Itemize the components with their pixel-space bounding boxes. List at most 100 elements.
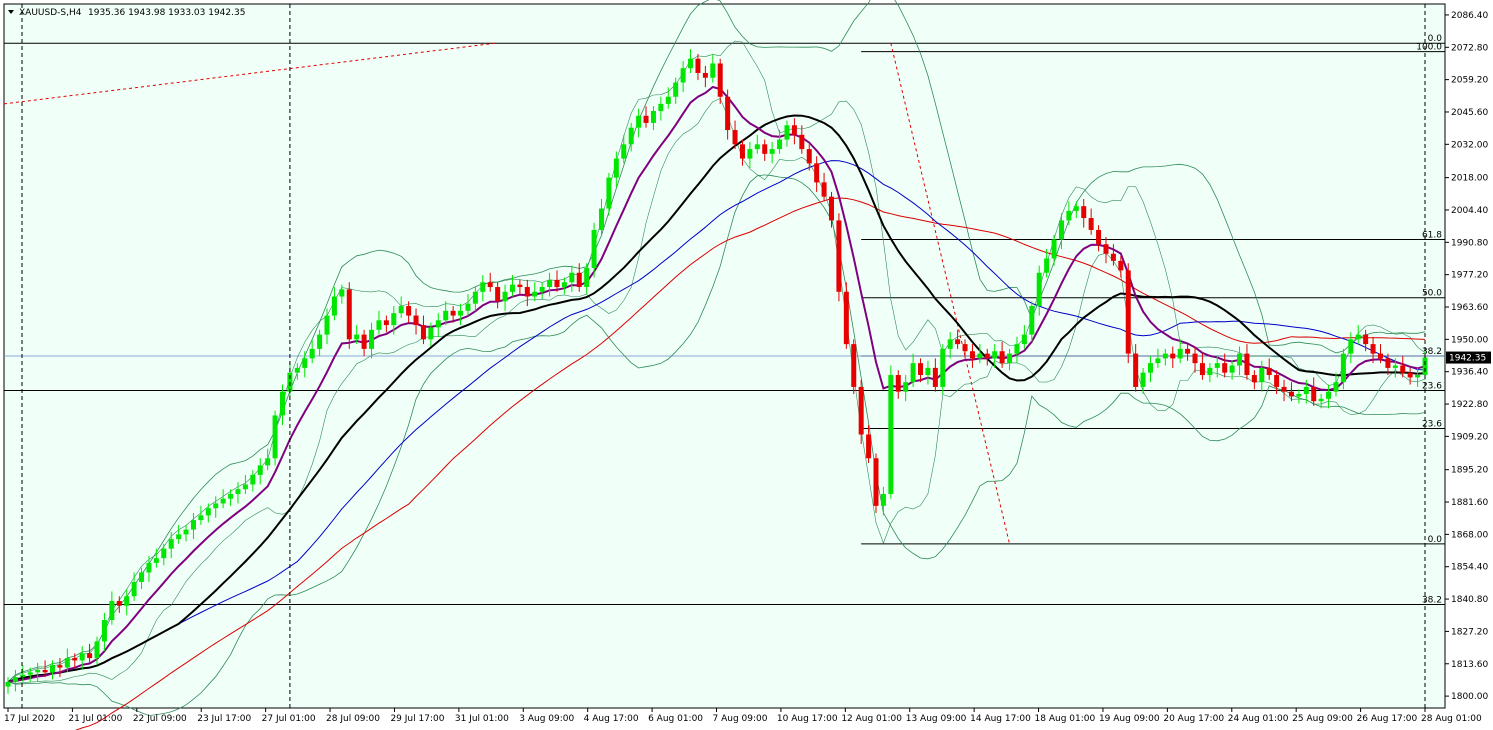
candle-body: [1222, 363, 1228, 373]
candle-body: [1229, 365, 1235, 373]
y-tick-label: 1813.60: [1451, 660, 1488, 670]
candle-body: [969, 351, 975, 359]
candle-body: [1066, 210, 1072, 221]
candle-body: [947, 339, 953, 349]
candle-body: [324, 315, 330, 335]
candle-body: [1170, 353, 1176, 359]
candle-body: [747, 149, 753, 159]
x-tick-label: 21 Jul 01:00: [68, 714, 122, 724]
candle-body: [391, 313, 397, 326]
fib-label-7: 0.0: [1428, 535, 1443, 545]
candle-body: [369, 329, 375, 349]
y-tick-label: 1950.00: [1451, 335, 1488, 345]
candle-body: [932, 367, 938, 387]
candle-body: [398, 306, 404, 314]
candle-body: [918, 363, 924, 376]
candle-body: [413, 315, 419, 326]
candle-body: [354, 334, 360, 340]
candle-body: [621, 144, 627, 159]
candle-body: [547, 279, 553, 288]
candle-body: [591, 229, 597, 268]
candle-body: [702, 72, 708, 78]
candle-body: [480, 282, 486, 292]
candle-body: [317, 334, 323, 349]
y-tick-label: 2032.00: [1451, 140, 1488, 150]
candle-body: [1363, 334, 1369, 345]
candle-body: [279, 391, 285, 416]
candle-body: [331, 296, 337, 316]
candle-body: [1400, 365, 1406, 373]
candle-body: [858, 386, 864, 435]
candle-body: [1214, 363, 1220, 368]
time-axis: 17 Jul 2020 21 Jul 01:00 22 Jul 09:00 23 Ju…: [4, 708, 1482, 724]
candle-body: [72, 658, 78, 661]
x-tick-label: 29 Jul 17:00: [390, 714, 444, 724]
candle-body: [294, 367, 300, 373]
candle-body: [688, 58, 694, 69]
candle-body: [487, 282, 493, 288]
candle-body: [984, 353, 990, 359]
candle-body: [739, 144, 745, 159]
candle-body: [1155, 358, 1161, 364]
candle-body: [1148, 363, 1154, 373]
candle-body: [406, 306, 412, 316]
ohlc-readout: 1935.36 1943.98 1933.03 1942.35: [88, 8, 245, 18]
candle-body: [762, 144, 768, 154]
candle-body: [1281, 386, 1287, 392]
candle-body: [606, 177, 612, 209]
candle-body: [109, 600, 115, 620]
candle-body: [1251, 375, 1257, 383]
y-tick-label: 2086.40: [1451, 11, 1488, 21]
candle-body: [42, 669, 48, 673]
candle-body: [777, 139, 783, 150]
candle-body: [168, 539, 174, 549]
candle-body: [35, 669, 41, 673]
candle-body: [428, 327, 434, 340]
candle-body: [1296, 394, 1302, 397]
candle-body: [769, 149, 775, 154]
candle-body: [880, 493, 886, 506]
candle-body: [554, 279, 560, 288]
x-tick-label: 4 Aug 17:00: [584, 714, 639, 724]
x-tick-label: 3 Aug 09:00: [519, 714, 574, 724]
candle-body: [1088, 218, 1094, 230]
candle-body: [576, 272, 582, 288]
x-tick-label: 22 Jul 09:00: [133, 714, 187, 724]
candle-body: [235, 489, 241, 494]
candle-body: [242, 484, 248, 490]
candle-body: [1318, 398, 1324, 402]
y-tick-label: 1936.40: [1451, 368, 1488, 378]
candle-body: [509, 284, 515, 292]
candle-body: [250, 474, 256, 485]
candle-body: [79, 653, 85, 661]
x-tick-label: 10 Aug 17:00: [777, 714, 838, 724]
candle-body: [228, 493, 234, 499]
candle-body: [821, 182, 827, 197]
candle-body: [213, 503, 219, 509]
candle-body: [124, 596, 130, 606]
x-tick-label: 24 Aug 01:00: [1228, 714, 1289, 724]
candle-body: [532, 291, 538, 297]
candle-body: [524, 287, 530, 297]
candle-body: [458, 310, 464, 316]
candle-body: [450, 310, 456, 316]
price-chart[interactable]: 0.0100.061.850.038.223.623.60.038.2 2086…: [0, 0, 1493, 730]
candle-body: [1266, 367, 1272, 376]
candle-body: [1133, 353, 1139, 387]
candle-body: [495, 287, 501, 302]
candle-body: [836, 220, 842, 292]
y-tick-label: 2045.60: [1451, 108, 1488, 118]
candle-body: [176, 534, 182, 540]
candle-body: [183, 529, 189, 535]
candle-body: [420, 325, 426, 340]
candle-body: [1407, 372, 1413, 378]
candle-body: [962, 344, 968, 352]
candle-body: [888, 375, 894, 494]
candle-body: [1311, 386, 1317, 402]
candle-body: [1274, 375, 1280, 387]
candle-body: [1370, 344, 1376, 354]
y-tick-label: 1854.40: [1451, 563, 1488, 573]
candle-body: [636, 115, 642, 128]
y-tick-label: 1963.60: [1451, 303, 1488, 313]
candle-body: [613, 158, 619, 178]
